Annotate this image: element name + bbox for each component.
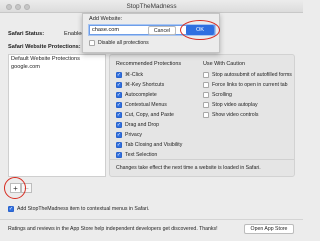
disable-all-protections-option[interactable]: Disable all protections — [89, 40, 149, 46]
safari-status-label: Safari Status: — [8, 31, 45, 37]
protections-panel: Recommended Protections Use With Caution… — [109, 54, 295, 177]
recommended-header: Recommended Protections — [116, 61, 182, 67]
checkbox-unchecked-icon[interactable] — [203, 92, 209, 98]
list-item[interactable]: Default Website Protections — [9, 55, 105, 63]
option-privacy[interactable]: ✓ Privacy — [116, 131, 142, 139]
website-protections-label: Safari Website Protections: — [8, 44, 81, 50]
panel-divider — [110, 159, 294, 160]
changes-footnote: Changes take effect the next time a webs… — [116, 165, 261, 171]
highlight-circle-annotation — [180, 20, 220, 40]
option-cmd-click[interactable]: ✓ ⌘-Click — [116, 71, 143, 79]
checkbox-unchecked-icon[interactable] — [203, 82, 209, 88]
safari-status-value: Enabled in Safari — [64, 31, 84, 37]
checkbox-checked-icon[interactable]: ✓ — [116, 142, 122, 148]
checkbox-checked-icon[interactable]: ✓ — [116, 122, 122, 128]
open-app-store-button[interactable]: Open App Store — [244, 224, 294, 234]
checkbox-checked-icon[interactable]: ✓ — [116, 72, 122, 78]
title-bar: StopTheMadness — [0, 0, 303, 13]
option-force-links-current-tab[interactable]: Force links to open in current tab — [203, 81, 288, 89]
add-website-label: Add Website: — [89, 16, 123, 22]
option-cut-copy-paste[interactable]: ✓ Cut, Copy, and Paste — [116, 111, 174, 119]
checkbox-unchecked-icon[interactable] — [203, 102, 209, 108]
checkbox-unchecked-icon[interactable] — [203, 112, 209, 118]
option-text-selection[interactable]: ✓ Text Selection — [116, 151, 157, 159]
footer-divider — [0, 219, 303, 220]
checkbox-checked-icon[interactable]: ✓ — [116, 82, 122, 88]
contextual-menu-option[interactable]: ✓ Add StopTheMadness item to contextual … — [8, 206, 149, 212]
window-title: StopTheMadness — [126, 3, 177, 10]
option-drag-and-drop[interactable]: ✓ Drag and Drop — [116, 121, 159, 129]
checkbox-unchecked-icon[interactable] — [89, 40, 95, 46]
checkbox-unchecked-icon[interactable] — [203, 72, 209, 78]
option-contextual-menus[interactable]: ✓ Contextual Menus — [116, 101, 167, 109]
option-autocomplete[interactable]: ✓ Autocomplete — [116, 91, 157, 99]
option-scrolling[interactable]: Scrolling — [203, 91, 232, 99]
website-list[interactable]: Default Website Protections google.com — [8, 54, 106, 177]
list-item[interactable]: google.com — [9, 63, 105, 71]
option-cmd-key-shortcuts[interactable]: ✓ ⌘-Key Shortcuts — [116, 81, 164, 89]
option-tab-closing[interactable]: ✓ Tab Closing and Visibility — [116, 141, 182, 149]
checkbox-checked-icon[interactable]: ✓ — [8, 206, 14, 212]
ratings-text: Ratings and reviews in the App Store hel… — [8, 226, 218, 232]
checkbox-checked-icon[interactable]: ✓ — [116, 112, 122, 118]
checkbox-checked-icon[interactable]: ✓ — [116, 132, 122, 138]
option-stop-video-autoplay[interactable]: Stop video autoplay — [203, 101, 258, 109]
option-stop-autosubmit[interactable]: Stop autosubmit of autofilled forms — [203, 71, 292, 79]
cancel-button[interactable]: Cancel — [148, 26, 176, 35]
caution-header: Use With Caution — [203, 61, 245, 67]
option-show-video-controls[interactable]: Show video controls — [203, 111, 258, 119]
checkbox-checked-icon[interactable]: ✓ — [116, 92, 122, 98]
checkbox-checked-icon[interactable]: ✓ — [116, 102, 122, 108]
highlight-circle-annotation — [4, 177, 26, 199]
checkbox-checked-icon[interactable]: ✓ — [116, 152, 122, 158]
